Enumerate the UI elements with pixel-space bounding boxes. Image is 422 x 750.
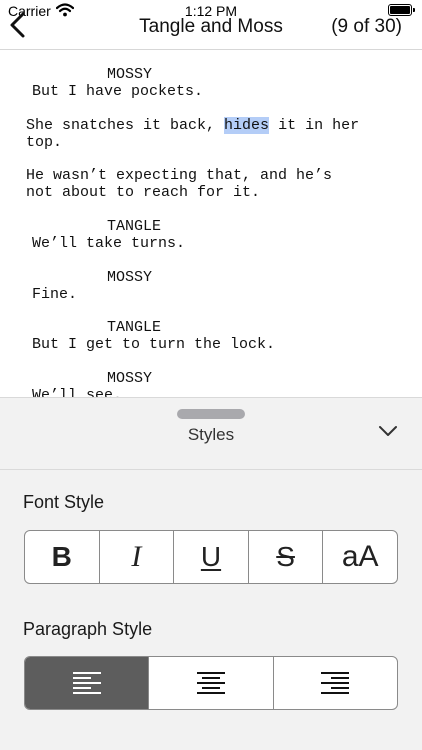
underline-icon: U xyxy=(200,541,222,572)
dialogue-line: But I have pockets. xyxy=(32,83,204,100)
action-line: He wasn’t expecting that, and he’s xyxy=(26,167,333,184)
align-right-button[interactable] xyxy=(274,657,397,709)
align-center-button[interactable] xyxy=(149,657,274,709)
paragraph-style-label: Paragraph Style xyxy=(23,619,153,639)
chevron-down-icon[interactable] xyxy=(378,424,398,438)
action-line: top. xyxy=(26,134,63,151)
page-counter: (9 of 30) xyxy=(331,16,402,37)
character-name: MOSSY xyxy=(107,370,153,387)
italic-icon: I xyxy=(131,540,142,573)
underline-button[interactable]: U xyxy=(174,531,249,583)
selected-word[interactable]: hides xyxy=(224,117,270,134)
align-center-icon xyxy=(196,672,225,694)
action-text: She snatches it back, xyxy=(26,117,225,134)
action-line: not about to reach for it. xyxy=(26,184,261,201)
dialogue-line: But I get to turn the lock. xyxy=(32,336,276,353)
divider xyxy=(0,469,422,470)
bold-icon: B xyxy=(51,541,72,572)
font-style-segmented-control: B I U S aA xyxy=(24,530,398,584)
panel-title: Styles xyxy=(187,425,235,444)
screenplay-text[interactable]: MOSSY But I have pockets. She snatches i… xyxy=(0,51,422,397)
align-left-icon xyxy=(72,672,101,694)
navigation-bar: Tangle and Moss (9 of 30) xyxy=(0,0,422,50)
paragraph-style-segmented-control xyxy=(24,656,398,710)
case-icon: aA xyxy=(341,540,379,573)
strikethrough-button[interactable]: S xyxy=(249,531,324,583)
dialogue-line: We’ll see. xyxy=(32,387,123,397)
action-text: it in her xyxy=(269,117,360,134)
character-name: TANGLE xyxy=(107,319,162,336)
strikethrough-icon: S xyxy=(276,541,295,572)
font-style-label: Font Style xyxy=(23,492,105,512)
dialogue-line: Fine. xyxy=(32,286,78,303)
dialogue-line: We’ll take turns. xyxy=(32,235,186,252)
align-right-icon xyxy=(321,672,350,694)
character-name: MOSSY xyxy=(107,269,153,286)
align-left-button[interactable] xyxy=(25,657,150,709)
drag-handle[interactable] xyxy=(177,409,245,419)
action-line: She snatches it back, hides it in her xyxy=(26,117,359,134)
italic-button[interactable]: I xyxy=(100,531,175,583)
styles-panel: Styles Font Style B I U S aA Paragraph S… xyxy=(0,397,422,750)
bold-button[interactable]: B xyxy=(25,531,100,583)
character-name: MOSSY xyxy=(107,66,153,83)
character-name: TANGLE xyxy=(107,218,162,235)
case-button[interactable]: aA xyxy=(323,531,397,583)
